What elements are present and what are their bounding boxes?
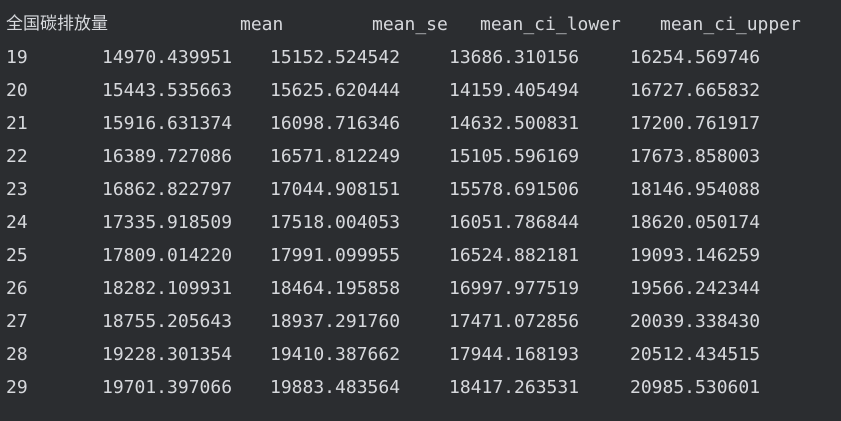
row-index: 20 <box>6 80 28 101</box>
table-row: 20 15443.535663 15625.620444 14159.40549… <box>0 74 841 107</box>
cell-ci-lower: 18620.050174 <box>630 212 761 233</box>
cell-emissions: 18755.205643 <box>102 311 233 332</box>
cell-mean-se: 14632.500831 <box>449 113 580 134</box>
header-mean-ci-lower: mean_ci_lower <box>480 14 621 35</box>
table-row: 28 19228.301354 19410.387662 17944.16819… <box>0 338 841 371</box>
cell-emissions: 16862.822797 <box>102 179 233 200</box>
cell-ci-lower: 19093.146259 <box>630 245 761 266</box>
cell-mean-se: 15578.691506 <box>449 179 580 200</box>
table-header: 全国碳排放量 mean mean_se mean_ci_lower mean_c… <box>0 8 841 41</box>
cell-mean-se: 16051.786844 <box>449 212 580 233</box>
cell-mean: 15152.524542 <box>270 47 401 68</box>
row-index: 29 <box>6 377 28 398</box>
row-index: 25 <box>6 245 28 266</box>
cell-emissions: 17809.014220 <box>102 245 233 266</box>
row-index: 27 <box>6 311 28 332</box>
cell-mean: 16571.812249 <box>270 146 401 167</box>
header-emissions: 全国碳排放量 <box>6 14 108 34</box>
cell-emissions: 19228.301354 <box>102 344 233 365</box>
table-row: 23 16862.822797 17044.908151 15578.69150… <box>0 173 841 206</box>
cell-mean-se: 13686.310156 <box>449 47 580 68</box>
cell-ci-lower: 17673.858003 <box>630 146 761 167</box>
cell-emissions: 19701.397066 <box>102 377 233 398</box>
cell-ci-lower: 17200.761917 <box>630 113 761 134</box>
cell-emissions: 15916.631374 <box>102 113 233 134</box>
table-row: 22 16389.727086 16571.812249 15105.59616… <box>0 140 841 173</box>
table-row: 21 15916.631374 16098.716346 14632.50083… <box>0 107 841 140</box>
cell-mean-se: 14159.405494 <box>449 80 580 101</box>
cell-mean-se: 18417.263531 <box>449 377 580 398</box>
cell-emissions: 15443.535663 <box>102 80 233 101</box>
row-index: 28 <box>6 344 28 365</box>
console-output: 全国碳排放量 mean mean_se mean_ci_lower mean_c… <box>0 0 841 421</box>
header-mean: mean <box>240 14 284 35</box>
cell-mean-se: 17471.072856 <box>449 311 580 332</box>
cell-ci-lower: 18146.954088 <box>630 179 761 200</box>
cell-ci-lower: 16727.665832 <box>630 80 761 101</box>
table-row: 26 18282.109931 18464.195858 16997.97751… <box>0 272 841 305</box>
cell-mean: 18937.291760 <box>270 311 401 332</box>
cell-mean-se: 15105.596169 <box>449 146 580 167</box>
cell-emissions: 14970.439951 <box>102 47 233 68</box>
cell-mean: 15625.620444 <box>270 80 401 101</box>
row-index: 21 <box>6 113 28 134</box>
row-index: 19 <box>6 47 28 68</box>
cell-mean: 17991.099955 <box>270 245 401 266</box>
cell-ci-lower: 20985.530601 <box>630 377 761 398</box>
table-row: 25 17809.014220 17991.099955 16524.88218… <box>0 239 841 272</box>
cell-mean-se: 16524.882181 <box>449 245 580 266</box>
row-index: 22 <box>6 146 28 167</box>
cell-ci-lower: 20512.434515 <box>630 344 761 365</box>
cell-mean: 18464.195858 <box>270 278 401 299</box>
row-index: 26 <box>6 278 28 299</box>
cell-mean: 16098.716346 <box>270 113 401 134</box>
cell-emissions: 18282.109931 <box>102 278 233 299</box>
row-index: 24 <box>6 212 28 233</box>
cell-emissions: 17335.918509 <box>102 212 233 233</box>
table-row: 27 18755.205643 18937.291760 17471.07285… <box>0 305 841 338</box>
header-mean-ci-upper: mean_ci_upper <box>660 14 801 35</box>
cell-ci-lower: 16254.569746 <box>630 47 761 68</box>
cell-mean: 19883.483564 <box>270 377 401 398</box>
table-row: 29 19701.397066 19883.483564 18417.26353… <box>0 371 841 404</box>
cell-ci-lower: 20039.338430 <box>630 311 761 332</box>
cell-mean-se: 17944.168193 <box>449 344 580 365</box>
table-row: 24 17335.918509 17518.004053 16051.78684… <box>0 206 841 239</box>
cell-mean: 17044.908151 <box>270 179 401 200</box>
cell-ci-lower: 19566.242344 <box>630 278 761 299</box>
row-index: 23 <box>6 179 28 200</box>
cell-mean: 17518.004053 <box>270 212 401 233</box>
cell-emissions: 16389.727086 <box>102 146 233 167</box>
cell-mean: 19410.387662 <box>270 344 401 365</box>
cell-mean-se: 16997.977519 <box>449 278 580 299</box>
table-row: 19 14970.439951 15152.524542 13686.31015… <box>0 41 841 74</box>
header-mean-se: mean_se <box>372 14 448 35</box>
